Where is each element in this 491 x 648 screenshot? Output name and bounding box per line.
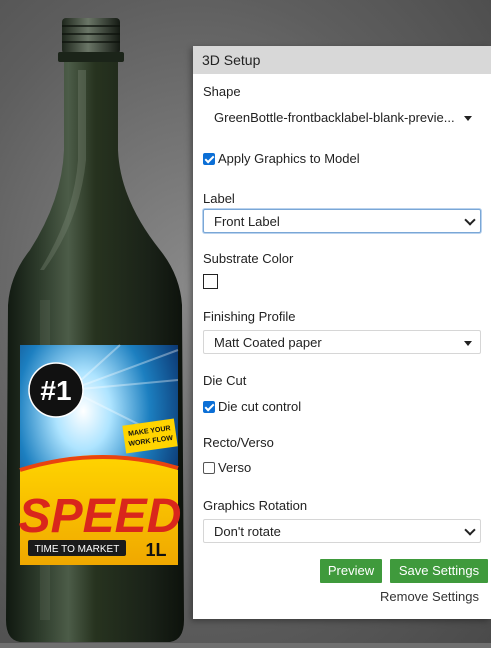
die-cut-row[interactable]: Die cut control bbox=[203, 399, 301, 414]
label-field-label: Label bbox=[203, 191, 235, 206]
subline-text: TIME TO MARKET bbox=[35, 544, 120, 555]
bottle-cap bbox=[62, 18, 120, 54]
volume-text: 1L bbox=[145, 540, 166, 560]
label-select[interactable]: Front Label bbox=[203, 209, 481, 233]
label-select-value: Front Label bbox=[214, 214, 280, 229]
caret-down-icon bbox=[464, 341, 472, 346]
graphics-rotation-select[interactable]: Don't rotate bbox=[203, 519, 481, 543]
preview-button[interactable]: Preview bbox=[320, 559, 382, 583]
save-settings-button[interactable]: Save Settings bbox=[390, 559, 488, 583]
substrate-color-swatch[interactable] bbox=[203, 274, 218, 289]
shape-select-value: GreenBottle-frontbacklabel-blank-previe.… bbox=[214, 110, 454, 125]
3d-setup-panel: 3D Setup Shape GreenBottle-frontbacklabe… bbox=[193, 46, 491, 619]
graphics-rotation-value: Don't rotate bbox=[214, 524, 281, 539]
substrate-color-label: Substrate Color bbox=[203, 251, 294, 266]
verso-checkbox-label: Verso bbox=[218, 460, 252, 475]
panel-title: 3D Setup bbox=[193, 46, 491, 74]
chevron-down-icon bbox=[464, 524, 476, 536]
graphics-rotation-label: Graphics Rotation bbox=[203, 498, 308, 513]
caret-down-icon bbox=[464, 116, 472, 121]
finishing-profile-select[interactable]: Matt Coated paper bbox=[203, 330, 481, 354]
bottle-label: #1 MAKE YOUR WORK FLOW SPEED TIME TO MAR… bbox=[19, 344, 182, 565]
recto-verso-label: Recto/Verso bbox=[203, 435, 274, 450]
shape-label: Shape bbox=[203, 84, 241, 99]
apply-graphics-row[interactable]: Apply Graphics to Model bbox=[203, 151, 360, 166]
finishing-profile-label: Finishing Profile bbox=[203, 309, 296, 324]
apply-graphics-label: Apply Graphics to Model bbox=[218, 151, 360, 166]
apply-graphics-checkbox[interactable] bbox=[203, 153, 215, 165]
badge-text: #1 bbox=[40, 375, 71, 406]
die-cut-checkbox-label: Die cut control bbox=[218, 399, 302, 414]
chevron-down-icon bbox=[464, 214, 476, 226]
die-cut-checkbox[interactable] bbox=[203, 401, 215, 413]
shape-select[interactable]: GreenBottle-frontbacklabel-blank-previe.… bbox=[203, 105, 481, 129]
bottle-svg: #1 MAKE YOUR WORK FLOW SPEED TIME TO MAR… bbox=[6, 18, 184, 642]
die-cut-label: Die Cut bbox=[203, 373, 247, 388]
remove-settings-button[interactable]: Remove Settings bbox=[380, 589, 479, 604]
verso-checkbox[interactable] bbox=[203, 462, 215, 474]
bottle-model[interactable]: #1 MAKE YOUR WORK FLOW SPEED TIME TO MAR… bbox=[0, 0, 200, 643]
headline-speed: SPEED bbox=[19, 490, 182, 543]
finishing-profile-value: Matt Coated paper bbox=[214, 335, 322, 350]
verso-row[interactable]: Verso bbox=[203, 460, 251, 475]
